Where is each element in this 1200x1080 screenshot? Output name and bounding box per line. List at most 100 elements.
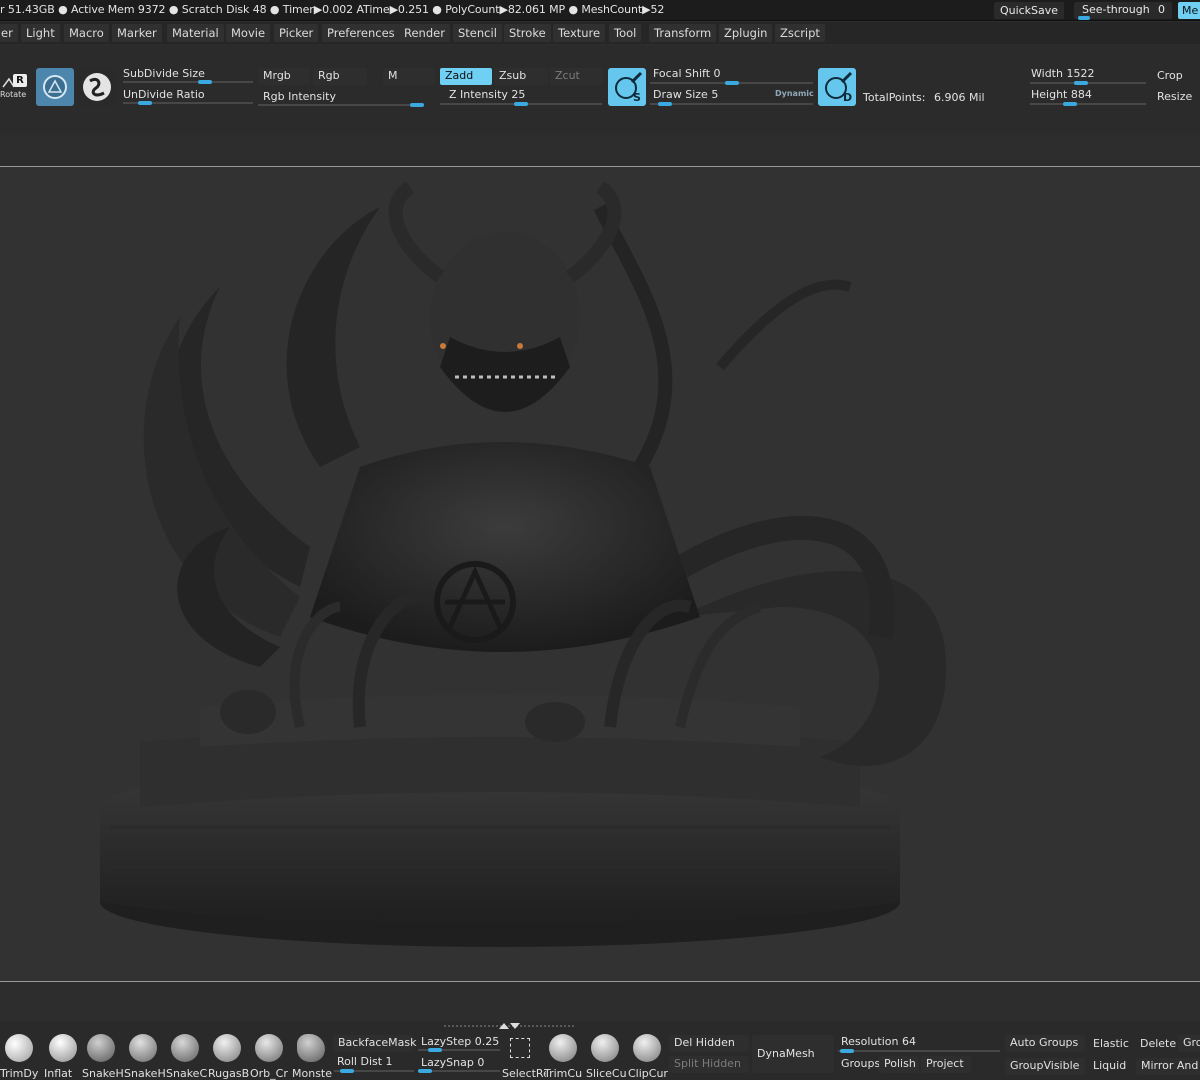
brush-snakeh-2[interactable]: SnakeH	[124, 1034, 166, 1080]
tool-trim-curve[interactable]: TrimCu	[544, 1034, 584, 1080]
crop-button[interactable]: Crop	[1157, 69, 1183, 82]
menu-macro[interactable]: Macro	[64, 24, 109, 42]
project-toggle[interactable]: Project	[921, 1056, 971, 1073]
mirror-and-weld-button[interactable]: Mirror And	[1136, 1058, 1200, 1075]
mrgb-button[interactable]: Mrgb	[258, 68, 310, 85]
menu-texture[interactable]: Texture	[553, 24, 606, 42]
menu-zplugin[interactable]: Zplugin	[719, 24, 773, 42]
s-key-label: S	[633, 91, 641, 104]
rotate-button[interactable]: R Rotate	[0, 71, 30, 103]
menus-toggle-button[interactable]: Me	[1178, 2, 1200, 19]
roll-dist-thumb[interactable]	[340, 1069, 354, 1073]
resolution-track[interactable]	[838, 1050, 1000, 1052]
see-through-label: See-through	[1082, 3, 1150, 16]
menu-item[interactable]: er	[0, 24, 18, 42]
brush-snakec[interactable]: SnakeC	[166, 1034, 207, 1080]
liquid-toggle[interactable]: Liquid	[1093, 1059, 1126, 1072]
width-track[interactable]	[1030, 82, 1146, 84]
brush-orb-cr[interactable]: Orb_Cr	[250, 1034, 290, 1080]
z-intensity-label: Z Intensity 25	[449, 88, 525, 101]
del-hidden-button[interactable]: Del Hidden	[669, 1035, 749, 1052]
dynamesh-button[interactable]: DynaMesh	[752, 1035, 834, 1073]
menu-stroke[interactable]: Stroke	[504, 24, 551, 42]
menu-stencil[interactable]: Stencil	[453, 24, 502, 42]
split-hidden-button[interactable]: Split Hidden	[669, 1056, 749, 1073]
focal-shift-text: Focal Shift	[653, 67, 711, 80]
draw-size-track[interactable]	[650, 103, 813, 105]
z-intensity-thumb[interactable]	[514, 102, 528, 106]
document-canvas[interactable]	[0, 167, 1200, 981]
group-split-button[interactable]: Grc	[1178, 1035, 1200, 1052]
menu-light[interactable]: Light	[21, 24, 60, 42]
groups-toggle[interactable]: Groups	[841, 1057, 879, 1070]
zadd-button[interactable]: Zadd	[440, 68, 492, 85]
sculpt-model[interactable]	[0, 167, 1200, 981]
status-text: r 51.43GB ● Active Mem 9372 ● Scratch Di…	[0, 3, 665, 16]
material-sphere-button[interactable]	[78, 68, 116, 106]
zsub-button[interactable]: Zsub	[494, 68, 548, 85]
quicksave-button[interactable]: QuickSave	[994, 2, 1064, 19]
backface-mask-button[interactable]: BackfaceMask	[333, 1035, 416, 1052]
subdivide-size-track[interactable]	[123, 81, 253, 83]
brush-snakeh-1[interactable]: SnakeH	[82, 1034, 124, 1080]
lazystep-label: LazyStep 0.25	[421, 1035, 500, 1048]
dynamic-toggle[interactable]: Dynamic	[775, 89, 814, 98]
brush-trimdy[interactable]: TrimDy	[0, 1034, 40, 1080]
menu-transform[interactable]: Transform	[649, 24, 717, 42]
lazystep-thumb[interactable]	[428, 1048, 442, 1052]
tool-select-rect[interactable]: SelectRe	[502, 1034, 546, 1080]
height-label: Height 884	[1031, 88, 1092, 101]
lazysnap-thumb[interactable]	[418, 1069, 432, 1073]
brush-inflat[interactable]: Inflat	[44, 1034, 84, 1080]
total-points-label: TotalPoints:	[863, 91, 926, 104]
tool-clip-curve[interactable]: ClipCur	[628, 1034, 668, 1080]
focal-shift-thumb[interactable]	[725, 81, 739, 85]
menu-marker[interactable]: Marker	[112, 24, 162, 42]
menu-render[interactable]: Render	[399, 24, 450, 42]
height-thumb[interactable]	[1063, 102, 1077, 106]
zcut-button[interactable]: Zcut	[550, 68, 602, 85]
tool-slice-curve[interactable]: SliceCu	[586, 1034, 627, 1080]
tool-name: SelectRe	[502, 1067, 546, 1080]
width-thumb[interactable]	[1074, 81, 1088, 85]
draw-mode-button[interactable]	[36, 68, 74, 106]
auto-groups-button[interactable]: Auto Groups	[1005, 1035, 1085, 1052]
draw-size-thumb[interactable]	[658, 102, 672, 106]
brush-rugasb[interactable]: RugasB	[208, 1034, 249, 1080]
resolution-thumb[interactable]	[840, 1049, 854, 1053]
height-track[interactable]	[1030, 103, 1146, 105]
brush-name: SnakeH	[82, 1067, 124, 1080]
top-shelf: R Rotate SubDivide Size UnDivide Ratio M…	[0, 45, 1200, 135]
z-intensity-text: Z Intensity	[449, 88, 508, 101]
trim-curve-icon	[549, 1034, 577, 1062]
group-visible-button[interactable]: GroupVisible	[1005, 1058, 1085, 1075]
rgb-intensity-thumb[interactable]	[410, 103, 424, 107]
menu-movie[interactable]: Movie	[226, 24, 271, 42]
collapse-arrows-icon[interactable]	[444, 1022, 574, 1030]
rgb-intensity-track[interactable]	[258, 104, 424, 106]
subdivide-size-thumb[interactable]	[198, 80, 212, 84]
m-button[interactable]: M	[383, 68, 435, 85]
tool-name: TrimCu	[544, 1067, 583, 1080]
draw-size-label: Draw Size 5	[653, 88, 718, 101]
rgb-button[interactable]: Rgb	[313, 68, 367, 85]
roll-dist-label: Roll Dist 1	[337, 1055, 393, 1068]
brush-monste[interactable]: Monste	[292, 1034, 332, 1080]
draw-circle-icon	[43, 75, 67, 99]
menu-tool[interactable]: Tool	[609, 24, 642, 42]
menu-material[interactable]: Material	[167, 24, 224, 42]
stroke-s-button[interactable]: S	[608, 68, 646, 106]
menu-preferences[interactable]: Preferences	[322, 24, 400, 42]
delete-button[interactable]: Delete	[1140, 1037, 1176, 1050]
see-through-slider[interactable]: See-through 0	[1074, 2, 1172, 20]
menu-picker[interactable]: Picker	[274, 24, 319, 42]
inflat-brush-icon	[49, 1034, 77, 1062]
menu-zscript[interactable]: Zscript	[775, 24, 825, 42]
elastic-toggle[interactable]: Elastic	[1093, 1037, 1129, 1050]
see-through-thumb[interactable]	[1078, 16, 1090, 20]
polish-toggle[interactable]: Polish	[879, 1056, 919, 1073]
draw-size-text: Draw Size	[653, 88, 708, 101]
stroke-d-button[interactable]: D	[818, 68, 856, 106]
resize-button[interactable]: Resize	[1157, 90, 1192, 103]
undivide-ratio-thumb[interactable]	[138, 101, 152, 105]
